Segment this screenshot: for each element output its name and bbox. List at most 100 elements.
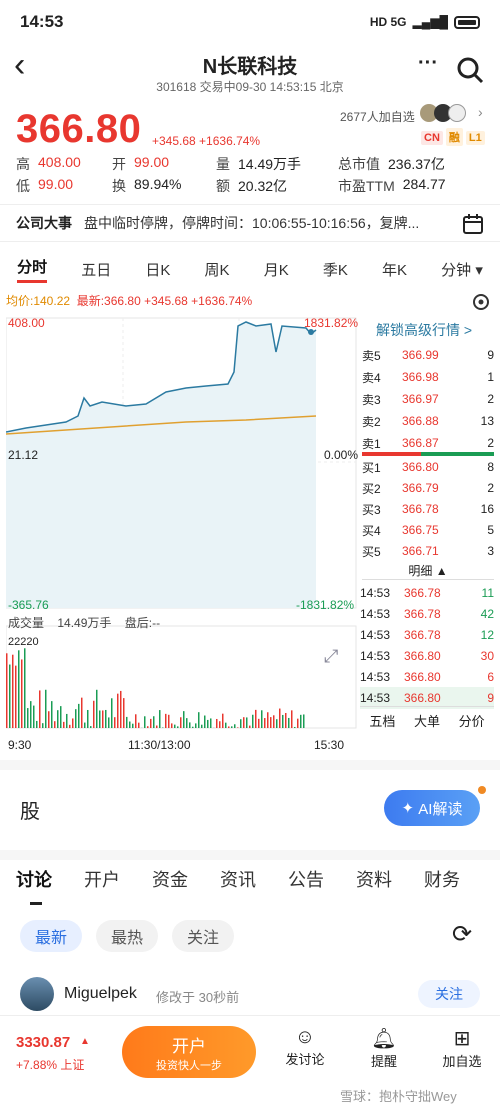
bid-row: 买4 366.75 5 xyxy=(362,519,494,541)
ai-read-label: AI解读 xyxy=(418,800,463,818)
orderbook-tab[interactable]: 大单 xyxy=(414,711,440,730)
filter-following[interactable]: 关注 xyxy=(172,920,234,952)
orderbook-tab[interactable]: 分价 xyxy=(459,711,485,730)
filter-latest[interactable]: 最新 xyxy=(20,920,82,952)
expand-icon[interactable]: ⤢ xyxy=(324,646,338,667)
avatar[interactable] xyxy=(20,977,54,1011)
stat-label: 量 xyxy=(216,156,230,172)
volume-bar xyxy=(75,709,77,728)
discussion-tab[interactable]: 财务 xyxy=(408,866,476,906)
volume-bar xyxy=(219,721,221,728)
volume-bars xyxy=(6,648,305,728)
chart-tab[interactable]: 周K xyxy=(205,259,230,280)
refresh-icon[interactable]: ⟳ xyxy=(452,920,472,949)
volume-bar xyxy=(303,714,305,728)
tick-row: 14:53 366.78 42 xyxy=(360,603,494,625)
bid-price: 366.78 xyxy=(402,502,439,516)
discussion-tab[interactable]: 资金 xyxy=(136,866,204,906)
orderbook-tab[interactable]: 五档 xyxy=(369,711,395,730)
ask-volume: 2 xyxy=(487,436,494,450)
axis-top-right: 1831.82% xyxy=(304,316,359,330)
volume-bar xyxy=(72,718,74,728)
ask-price: 366.97 xyxy=(402,392,439,406)
open-account-button[interactable]: 开户 投资快人一步 xyxy=(122,1026,256,1078)
search-icon[interactable] xyxy=(456,56,484,84)
volume-bar xyxy=(147,726,149,728)
follower-avatars xyxy=(420,104,470,122)
chart-tab[interactable]: 分时 xyxy=(17,256,48,283)
volume-bar xyxy=(234,724,236,728)
discussion-tab[interactable]: 讨论 xyxy=(0,866,68,906)
orderbook-tabs: 五档 大单 分价 xyxy=(360,706,494,730)
volume-bar xyxy=(150,718,152,728)
discussion-tabs: 讨论 开户 资金 资讯 公告 资料 财务 xyxy=(0,866,500,906)
add-watchlist-button[interactable]: ⊞ 加自选 xyxy=(436,1026,488,1070)
volume-bar xyxy=(93,700,95,728)
volume-bar xyxy=(135,714,137,728)
index-value[interactable]: 3330.87 xyxy=(16,1034,70,1051)
signal-icon: ▂▄▆█ xyxy=(412,15,448,29)
discussion-tab[interactable]: 资料 xyxy=(340,866,408,906)
stock-tags: CN 融 L1 xyxy=(418,128,485,146)
volume-bar xyxy=(291,710,293,728)
volume-bar xyxy=(264,718,266,728)
filter-hot[interactable]: 最热 xyxy=(96,920,158,952)
more-button[interactable]: ··· xyxy=(418,52,438,75)
volume-bar xyxy=(24,648,26,728)
unlock-advanced-link[interactable]: 解锁高级行情 > xyxy=(376,320,472,340)
volume-bar xyxy=(252,714,254,728)
volume-bar xyxy=(6,653,8,728)
chart-tab[interactable]: 五日 xyxy=(81,259,111,280)
tick-volume: 9 xyxy=(487,691,494,705)
company-event-bar[interactable]: 公司大事 盘中临时停牌，停牌时间：10:06:55-10:16:56，复牌... xyxy=(0,204,500,242)
post-username[interactable]: Miguelpek xyxy=(64,985,137,1003)
volume-bar xyxy=(288,717,290,728)
add-watchlist-label: 加自选 xyxy=(442,1054,482,1069)
axis-top-left: 408.00 xyxy=(8,316,45,330)
tick-time: 14:53 xyxy=(360,670,391,684)
ask-level: 卖1 xyxy=(362,436,381,451)
chart-tab[interactable]: 季K xyxy=(323,259,348,280)
chart-tab[interactable]: 日K xyxy=(145,259,170,280)
volume-bar xyxy=(69,724,71,728)
ai-read-button[interactable]: ✦ AI解读 xyxy=(384,790,480,826)
discussion-tab[interactable]: 资讯 xyxy=(204,866,272,906)
tick-volume: 42 xyxy=(480,607,494,621)
discussion-tab[interactable]: 开户 xyxy=(68,866,136,906)
detail-toggle[interactable]: 明细 ▲ xyxy=(362,562,494,580)
chart-tab[interactable]: 年K xyxy=(382,259,407,280)
calendar-icon[interactable] xyxy=(462,213,484,235)
stat-item: 高 408.00 xyxy=(16,154,81,174)
bid-level: 买2 xyxy=(362,481,381,496)
volume-bar xyxy=(21,659,23,728)
tick-price: 366.80 xyxy=(404,691,441,705)
chart-info: 均价:140.22 最新:366.80 +345.68 +1636.74% xyxy=(6,292,252,309)
chart-pct: +1636.74% xyxy=(191,294,253,308)
bid-price: 366.80 xyxy=(402,460,439,474)
chart-tab[interactable]: 月K xyxy=(264,259,289,280)
volume-bar xyxy=(246,717,248,728)
volume-bar xyxy=(240,719,242,728)
divider xyxy=(0,850,500,860)
post-discussion-button[interactable]: ☺ 发讨论 xyxy=(280,1026,330,1068)
chevron-right-icon[interactable]: › xyxy=(478,104,483,120)
volume-bar xyxy=(255,709,257,728)
alert-button[interactable]: 🔔︎ 提醒 xyxy=(360,1026,408,1070)
stat-item: 换 89.94% xyxy=(112,176,181,196)
settings-icon[interactable] xyxy=(471,292,491,312)
volume-bar xyxy=(207,719,209,728)
discussion-tab[interactable]: 公告 xyxy=(272,866,340,906)
tick-volume: 30 xyxy=(480,649,494,663)
chart-tab[interactable]: 分钟 ▾ xyxy=(441,259,483,280)
followers-count[interactable]: 2677人加自选 xyxy=(340,108,415,125)
volume-bar xyxy=(138,722,140,728)
bid-price: 366.75 xyxy=(402,523,439,537)
follow-button[interactable]: 关注 xyxy=(418,980,480,1008)
axis-bot-left: -365.76 xyxy=(8,598,49,612)
status-time: 14:53 xyxy=(20,12,64,31)
volume-bar xyxy=(117,693,119,728)
bid-volume: 3 xyxy=(487,544,494,558)
ask-row: 卖1 366.87 2 xyxy=(362,432,494,454)
tag-cn: CN xyxy=(421,131,443,145)
tab-indicator xyxy=(30,902,42,905)
